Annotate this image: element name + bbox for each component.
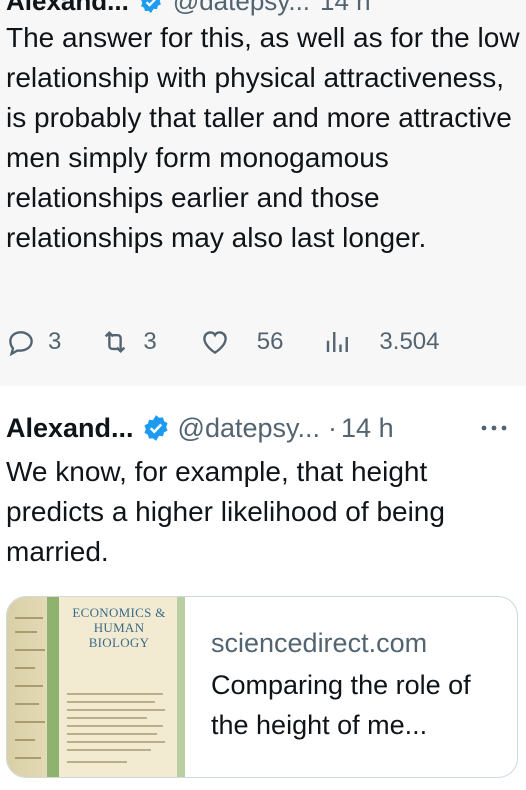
- views-button[interactable]: 3.504: [323, 327, 439, 357]
- author-name[interactable]: Alexand...: [6, 0, 129, 17]
- tweet[interactable]: Alexand... @datepsy... · 14 h We know, f…: [0, 386, 526, 790]
- reply-icon: [9, 331, 33, 357]
- author-handle[interactable]: @datepsy...: [178, 413, 320, 444]
- card-domain: sciencedirect.com: [211, 628, 428, 658]
- author-handle[interactable]: @datepsy...: [173, 0, 310, 17]
- card-title: Comparing the role of the height of me..…: [211, 670, 471, 740]
- repost-button[interactable]: 3: [99, 327, 157, 357]
- thumbnail-journal-title: ECONOMICS & HUMAN BIOLOGY: [72, 605, 166, 650]
- views-icon: [327, 332, 349, 352]
- repost-count: 3: [143, 328, 157, 355]
- link-card[interactable]: ECONOMICS & HUMAN BIOLOGY sciencedirect.…: [6, 596, 518, 778]
- tweet-header: Alexand... @datepsy... · 14 h: [6, 408, 518, 448]
- reply-button[interactable]: 3: [6, 327, 61, 357]
- card-text: sciencedirect.com Comparing the role of …: [211, 625, 511, 745]
- card-thumbnail: ECONOMICS & HUMAN BIOLOGY: [7, 597, 185, 777]
- tweet-actions: 3 3 56 3.504: [6, 322, 506, 362]
- separator-dot: ·: [328, 412, 338, 443]
- more-icon[interactable]: [478, 412, 510, 444]
- tweet-previous-text: The answer for this, as well as for the …: [6, 22, 520, 253]
- tweet-time[interactable]: 14 h: [341, 413, 394, 444]
- tweet-previous-header: Alexand... @datepsy... 14 h: [6, 0, 371, 17]
- like-icon: [202, 331, 227, 355]
- tweet-previous[interactable]: Alexand... @datepsy... 14 h The answer f…: [0, 0, 526, 386]
- verified-badge-icon: [140, 0, 161, 13]
- views-count: 3.504: [379, 328, 440, 355]
- like-count: 56: [256, 328, 284, 355]
- tweet-time[interactable]: 14 h: [320, 0, 371, 17]
- verified-badge-icon: [143, 415, 168, 441]
- like-button[interactable]: 56: [199, 327, 284, 357]
- tweet-text: We know, for example, that height predic…: [6, 456, 445, 567]
- repost-icon: [105, 330, 126, 354]
- author-name[interactable]: Alexand...: [6, 413, 134, 444]
- reply-count: 3: [48, 328, 62, 355]
